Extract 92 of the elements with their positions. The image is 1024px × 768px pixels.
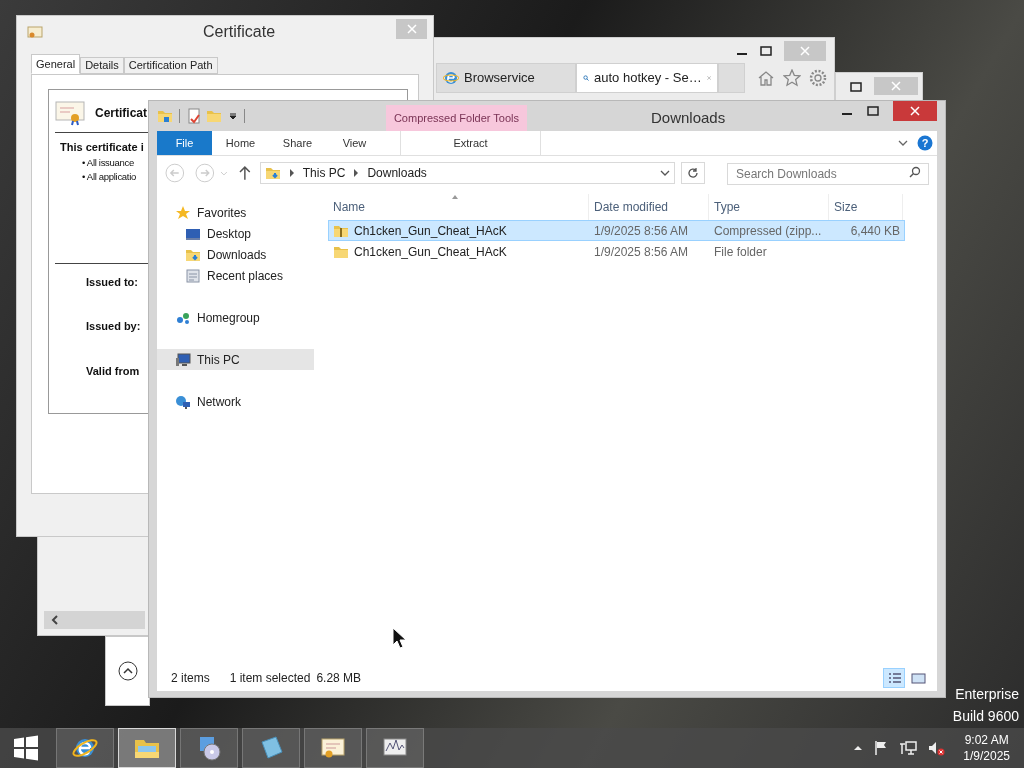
globe-e-icon [443, 70, 459, 86]
purpose-item: • All issuance [82, 155, 134, 170]
maximize-icon[interactable] [850, 81, 862, 93]
taskbar-button[interactable] [56, 728, 114, 768]
file-cell-text: Compressed (zipp... [714, 222, 822, 240]
chevron-up-icon[interactable] [853, 744, 864, 752]
windows-build: Build 9600 [952, 707, 1019, 726]
nav-item[interactable]: Downloads [157, 244, 314, 265]
file-cell-text: File folder [714, 243, 767, 261]
dropdown-icon[interactable] [660, 168, 671, 178]
refresh-button[interactable] [681, 162, 705, 184]
breadcrumb-item[interactable]: Downloads [367, 164, 427, 182]
nav-item[interactable]: Desktop [157, 223, 314, 244]
purpose-item: • All applicatio [82, 169, 136, 184]
windows-edition: Enterprise [955, 685, 1019, 704]
clock-time[interactable]: 9:02 AM [964, 732, 1009, 748]
breadcrumb-item[interactable]: This PC [302, 164, 346, 182]
network-icon[interactable] [899, 740, 918, 756]
nav-item[interactable]: This PC [157, 349, 314, 370]
field-label: Issued by: [86, 319, 141, 334]
field-label: Issued to: [86, 274, 138, 290]
star-icon[interactable] [783, 69, 801, 87]
folder-icon[interactable] [157, 108, 173, 124]
field-label: Valid from [86, 363, 140, 379]
speaker-muted-icon[interactable] [927, 740, 946, 756]
item-count: 2 items [171, 670, 210, 687]
nav-item[interactable]: Network [157, 391, 314, 412]
selection-size: 6.28 MB [316, 670, 362, 687]
nav-item[interactable]: Favorites [157, 202, 314, 223]
context-tab-header: Compressed Folder Tools [386, 105, 527, 131]
close-icon [910, 106, 920, 116]
dropdown-icon[interactable] [228, 111, 238, 121]
certificate-icon [27, 24, 43, 40]
selection-status: 1 item selected [229, 670, 311, 687]
file-cell-text: 1/9/2025 8:56 AM [594, 222, 689, 240]
search-field[interactable]: Search Downloads [727, 163, 929, 185]
up-icon[interactable] [238, 165, 252, 181]
downloads-folder-icon [264, 165, 281, 181]
certificate-icon [55, 100, 85, 126]
taskbar-button[interactable] [242, 728, 300, 768]
window-title: Certificate [203, 22, 276, 42]
sort-caret-icon [452, 195, 458, 199]
recent-icon [185, 267, 201, 284]
browser-tab[interactable]: Browservice [436, 63, 576, 93]
chevron-up-icon[interactable] [118, 661, 138, 681]
close-icon [800, 45, 810, 56]
settings-icon[interactable] [809, 69, 827, 87]
address-bar[interactable]: This PC Downloads [259, 162, 676, 184]
close-icon [406, 24, 417, 34]
image-icon [909, 670, 927, 686]
file-cell-text: Ch1cken_Gun_Cheat_HAcK [354, 222, 507, 240]
taskbar-button[interactable] [304, 728, 362, 768]
pc-icon [175, 351, 191, 368]
scrollbar[interactable] [44, 611, 145, 629]
close-icon [891, 81, 901, 91]
maximize-icon[interactable] [760, 44, 772, 57]
dialog-tab[interactable]: General [31, 54, 81, 74]
chevron-right-icon [353, 169, 360, 177]
mouse-cursor-icon [392, 627, 406, 649]
nav-item[interactable]: Recent places [157, 265, 314, 286]
maximize-icon[interactable] [867, 105, 879, 117]
certificate-heading: Certificat [95, 105, 147, 122]
home-icon[interactable] [757, 69, 775, 87]
taskbar-button[interactable] [118, 728, 176, 768]
taskbar-button[interactable] [180, 728, 238, 768]
file-row[interactable]: Ch1cken_Gun_Cheat_HAcK 1/9/2025 8:56 AM File folder [328, 241, 905, 262]
window-title: Downloads [651, 108, 726, 128]
star-icon [175, 204, 191, 221]
ribbon-tab[interactable]: View [326, 131, 383, 155]
taskbar-button[interactable] [366, 728, 424, 768]
purpose-heading: This certificate i [60, 140, 144, 155]
dialog-tab[interactable]: Details [80, 57, 124, 74]
refresh-icon [687, 167, 700, 179]
chevron-right-icon [288, 169, 295, 177]
ribbon-tab[interactable]: Share [269, 131, 326, 155]
file-cell-text: 1/9/2025 8:56 AM [594, 243, 689, 261]
browser-tab[interactable]: auto hotkey - Se… [576, 63, 718, 93]
close-button[interactable] [893, 101, 937, 121]
file-row[interactable]: Ch1cken_Gun_Cheat_HAcK 1/9/2025 8:56 AM Compressed (zipp... 6,440 KB [328, 220, 905, 241]
windows-logo-icon [13, 735, 39, 761]
search-icon[interactable] [909, 166, 921, 178]
ribbon-tab[interactable]: Home [212, 131, 269, 155]
ribbon-tab[interactable]: File [157, 131, 212, 155]
network-icon [175, 393, 191, 410]
file-cell-text: Ch1cken_Gun_Cheat_HAcK [354, 243, 507, 261]
clock-date[interactable]: 1/9/2025 [963, 748, 1010, 764]
nav-item[interactable]: Homegroup [157, 307, 314, 328]
dialog-tab[interactable]: Certification Path [123, 57, 218, 74]
view-button[interactable] [883, 668, 905, 688]
file-cell-text: 6,440 KB [850, 222, 900, 240]
properties-icon[interactable] [186, 108, 202, 124]
help-icon[interactable]: ? [917, 135, 933, 151]
